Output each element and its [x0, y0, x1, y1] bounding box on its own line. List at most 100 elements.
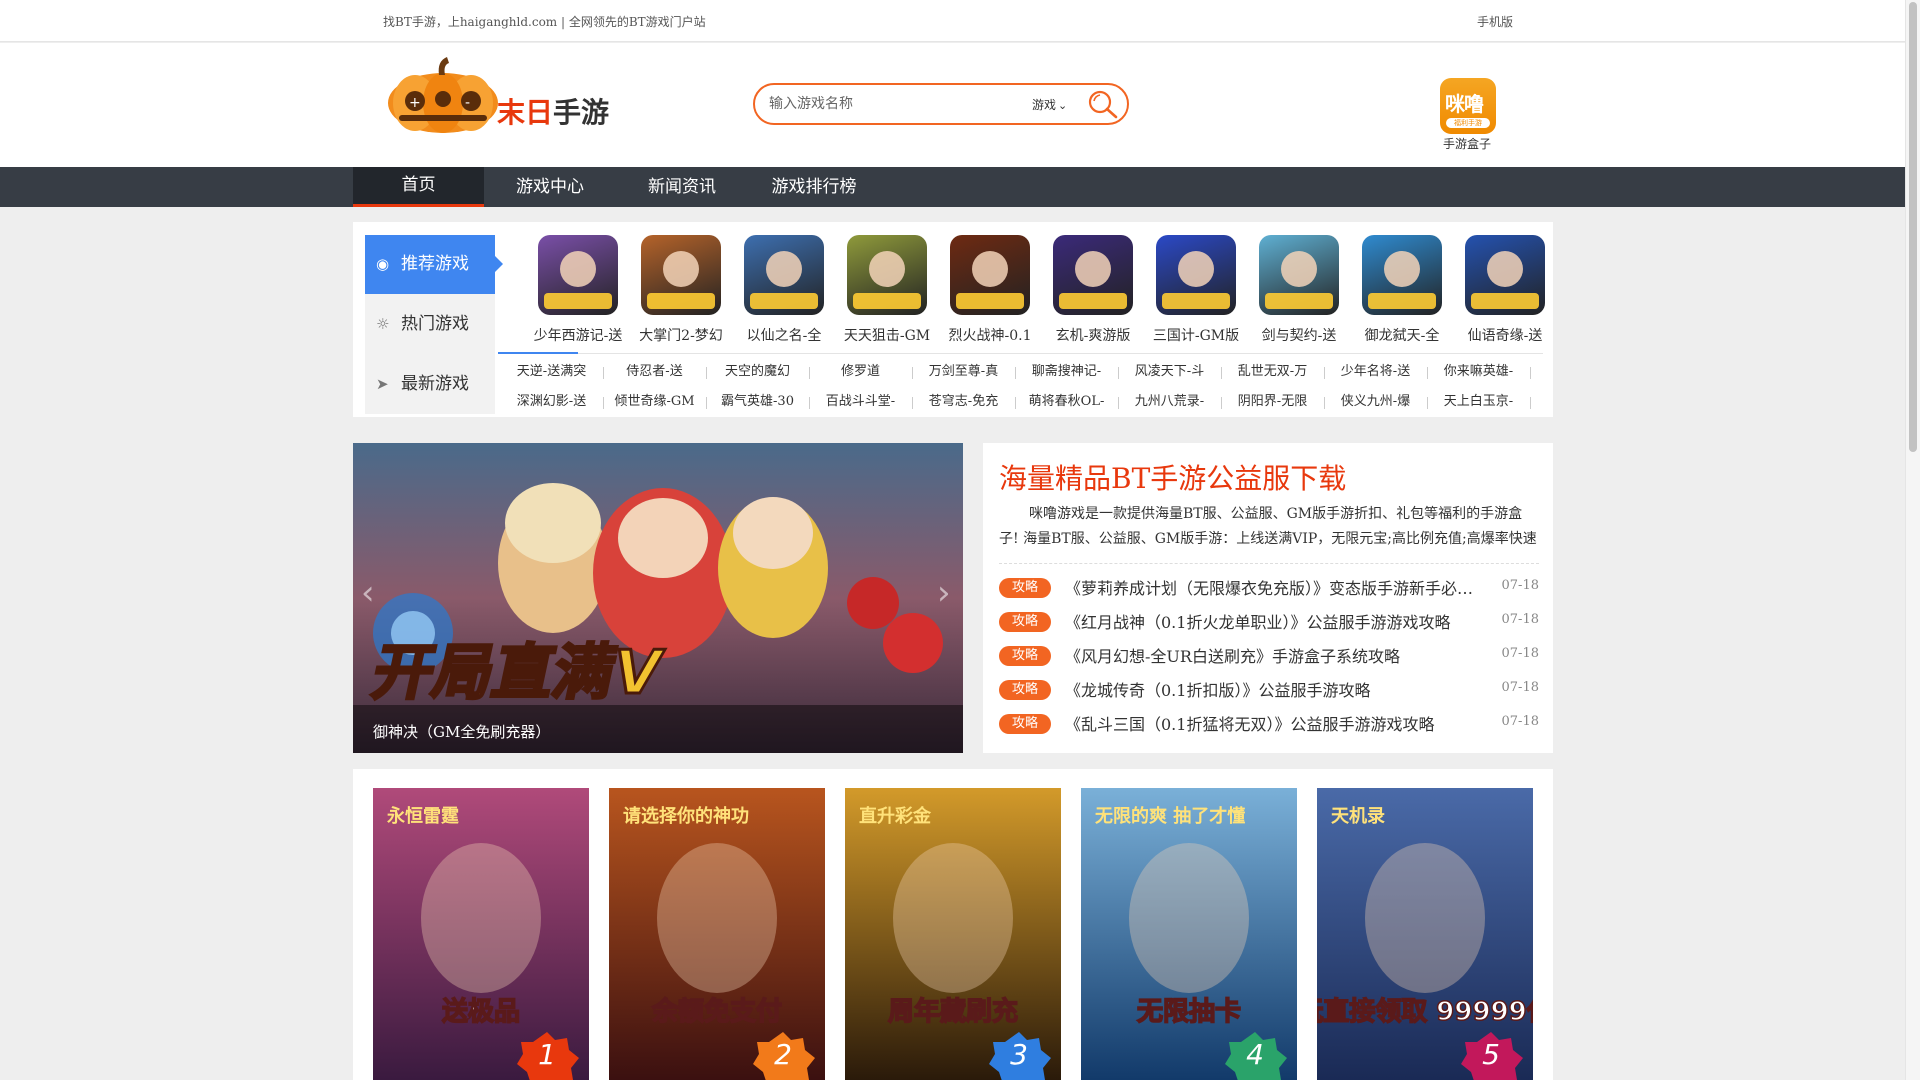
game-item[interactable]: 三国计-GM版: [1138, 235, 1241, 345]
rank-number: 1: [538, 1038, 556, 1071]
game-link[interactable]: 倾世奇缘-GM: [603, 390, 706, 414]
rank-card[interactable]: 请选择你的神功 余额免支付 2: [609, 788, 825, 1080]
game-link[interactable]: 九州八荒录-: [1118, 390, 1221, 414]
search-input[interactable]: [769, 93, 1009, 115]
game-name[interactable]: 玄机-爽游版: [1035, 325, 1151, 345]
link-row: 深渊幻影-送 倾世奇缘-GM 霸气英雄-30 百战斗斗堂- 苍穹志-免充 萌将春秋OL- 九…: [498, 390, 1543, 414]
game-link[interactable]: 天空的魔幻: [706, 360, 809, 384]
game-item[interactable]: 大掌门2-梦幻: [623, 235, 726, 345]
game-item[interactable]: 玄机-爽游版: [1035, 235, 1138, 345]
game-icon[interactable]: [1156, 235, 1236, 315]
game-name[interactable]: 以仙之名-全: [726, 325, 842, 345]
banner-prev-arrow[interactable]: ‹: [361, 573, 375, 613]
nav-game-center[interactable]: 游戏中心: [484, 167, 616, 207]
game-icon[interactable]: [744, 235, 824, 315]
news-item[interactable]: 攻略 《风月幻想-全UR白送刷充》手游盒子系统攻略 07-18: [999, 642, 1539, 668]
game-link[interactable]: 天逆-送满突: [500, 360, 603, 384]
category-badge: 攻略: [999, 578, 1051, 598]
game-item[interactable]: 烈火战神-0.1: [932, 235, 1035, 345]
game-name[interactable]: 御龙弑天-全: [1344, 325, 1460, 345]
game-link[interactable]: 深渊幻影-送: [500, 390, 603, 414]
news-item[interactable]: 攻略 《乱斗三国（0.1折猛将无双）》公益服手游游戏攻略 07-18: [999, 710, 1539, 736]
game-name[interactable]: 剑与契约-送: [1241, 325, 1357, 345]
rank-card-caption: 送极品: [442, 997, 520, 1027]
rank-card-top-text: 直升彩金: [859, 805, 932, 827]
page-scrollbar[interactable]: [1905, 0, 1920, 1080]
news-title[interactable]: 《风月幻想-全UR白送刷充》手游盒子系统攻略: [1065, 643, 1479, 667]
game-icon-list: 少年西游记-送 大掌门2-梦幻 以仙之名-全 天天狙击-GM 烈火战神-0.1 玄机-爽游…: [520, 235, 1545, 345]
news-title[interactable]: 《龙城传奇（0.1折扣版）》公益服手游攻略: [1065, 677, 1479, 701]
svg-text:+: +: [409, 95, 421, 111]
tab-hot[interactable]: ☼ 热门游戏: [365, 295, 495, 354]
game-item[interactable]: 仙语奇缘-送: [1447, 235, 1550, 345]
game-name[interactable]: 仙语奇缘-送: [1447, 325, 1563, 345]
category-badge: 攻略: [999, 714, 1051, 734]
nav-ranking[interactable]: 游戏排行榜: [748, 167, 880, 207]
search-type-select[interactable]: 游戏 ⌄: [1032, 96, 1067, 113]
news-headline[interactable]: 海量精品BT手游公益服下载: [999, 457, 1346, 497]
game-name[interactable]: 天天狙击-GM: [829, 325, 945, 345]
app-box-label[interactable]: 手游盒子: [1443, 135, 1491, 152]
game-link[interactable]: 苍穹志-免充: [912, 390, 1015, 414]
game-name[interactable]: 少年西游记-送: [520, 325, 636, 345]
rank-number: 5: [1482, 1038, 1500, 1071]
search-icon[interactable]: [1087, 89, 1119, 119]
mobile-version-link[interactable]: 手机版: [1477, 13, 1513, 30]
game-link[interactable]: 霸气英雄-30: [706, 390, 809, 414]
game-link[interactable]: 侠义九州-爆: [1324, 390, 1427, 414]
game-name[interactable]: 大掌门2-梦幻: [623, 325, 739, 345]
game-link[interactable]: 天上白玉京-: [1427, 390, 1530, 414]
banner-caption: 御神决（GM全免刷充器）: [353, 705, 963, 753]
game-item[interactable]: 剑与契约-送: [1241, 235, 1344, 345]
app-box-icon[interactable]: 咪噜 福利手游: [1440, 78, 1496, 134]
rank-card-caption: 来玩直接领取 99999代币: [1317, 996, 1533, 1027]
game-link[interactable]: 少年名将-送: [1324, 360, 1427, 384]
news-title[interactable]: 《红月战神（0.1折火龙单职业）》公益服手游游戏攻略: [1065, 609, 1479, 633]
game-link[interactable]: 阴阳界-无限: [1221, 390, 1324, 414]
news-title[interactable]: 《萝莉养成计划（无限爆衣免充版）》变态版手游新手必看攻略: [1065, 575, 1479, 599]
rank-card[interactable]: 无限的爽 抽了才懂 无限抽卡 4: [1081, 788, 1297, 1080]
game-icon[interactable]: [641, 235, 721, 315]
tab-newest[interactable]: ➤ 最新游戏: [365, 355, 495, 414]
game-item[interactable]: 天天狙击-GM: [829, 235, 932, 345]
rank-card[interactable]: 永恒雷霆 送极品 1: [373, 788, 589, 1080]
tab-recommended[interactable]: ◉ 推荐游戏: [365, 235, 503, 294]
game-item[interactable]: 御龙弑天-全: [1344, 235, 1447, 345]
rank-card-top-text: 请选择你的神功: [623, 805, 749, 827]
rank-card-caption: 周年藏刷充: [888, 996, 1018, 1027]
game-link[interactable]: 万剑至尊-真: [912, 360, 1015, 384]
news-item[interactable]: 攻略 《龙城传奇（0.1折扣版）》公益服手游攻略 07-18: [999, 676, 1539, 702]
game-icon[interactable]: [1362, 235, 1442, 315]
game-item[interactable]: 以仙之名-全: [726, 235, 829, 345]
game-link[interactable]: 你来嘛英雄-: [1427, 360, 1530, 384]
game-link[interactable]: 修罗道: [809, 360, 912, 384]
game-link[interactable]: 萌将春秋OL-: [1015, 390, 1118, 414]
nav-home[interactable]: 首页: [353, 167, 484, 207]
scrollbar-thumb[interactable]: [1909, 2, 1917, 452]
rank-card[interactable]: 直升彩金周年藏刷充 3: [845, 788, 1061, 1080]
news-item[interactable]: 攻略 《红月战神（0.1折火龙单职业）》公益服手游游戏攻略 07-18: [999, 608, 1539, 634]
game-item[interactable]: 少年西游记-送: [520, 235, 623, 345]
banner-carousel[interactable]: 开局直满V ‹ › 御神决（GM全免刷充器）: [353, 443, 963, 753]
game-name[interactable]: 烈火战神-0.1: [932, 325, 1048, 345]
game-icon[interactable]: [1053, 235, 1133, 315]
game-icon[interactable]: [538, 235, 618, 315]
game-icon[interactable]: [1259, 235, 1339, 315]
game-name[interactable]: 三国计-GM版: [1138, 325, 1254, 345]
game-link[interactable]: 聊斋搜神记-: [1015, 360, 1118, 384]
game-icon[interactable]: [847, 235, 927, 315]
game-icon[interactable]: [1465, 235, 1545, 315]
svg-text:-: -: [465, 95, 470, 111]
game-link[interactable]: 百战斗斗堂-: [809, 390, 912, 414]
game-icon[interactable]: [950, 235, 1030, 315]
banner-next-arrow[interactable]: ›: [937, 573, 951, 613]
rank-card[interactable]: 天机录来玩直接领取 99999代币 5: [1317, 788, 1533, 1080]
game-link[interactable]: 侍忍者-送: [603, 360, 706, 384]
rank-card-top-text: 无限的爽 抽了才懂: [1095, 805, 1245, 827]
game-link[interactable]: 风凌天下-斗: [1118, 360, 1221, 384]
rank-number: 3: [1010, 1038, 1028, 1071]
game-link[interactable]: 乱世无双-万: [1221, 360, 1324, 384]
news-item[interactable]: 攻略 《萝莉养成计划（无限爆衣免充版）》变态版手游新手必看攻略 07-18: [999, 574, 1539, 600]
news-title[interactable]: 《乱斗三国（0.1折猛将无双）》公益服手游游戏攻略: [1065, 711, 1479, 735]
nav-news[interactable]: 新闻资讯: [616, 167, 748, 207]
